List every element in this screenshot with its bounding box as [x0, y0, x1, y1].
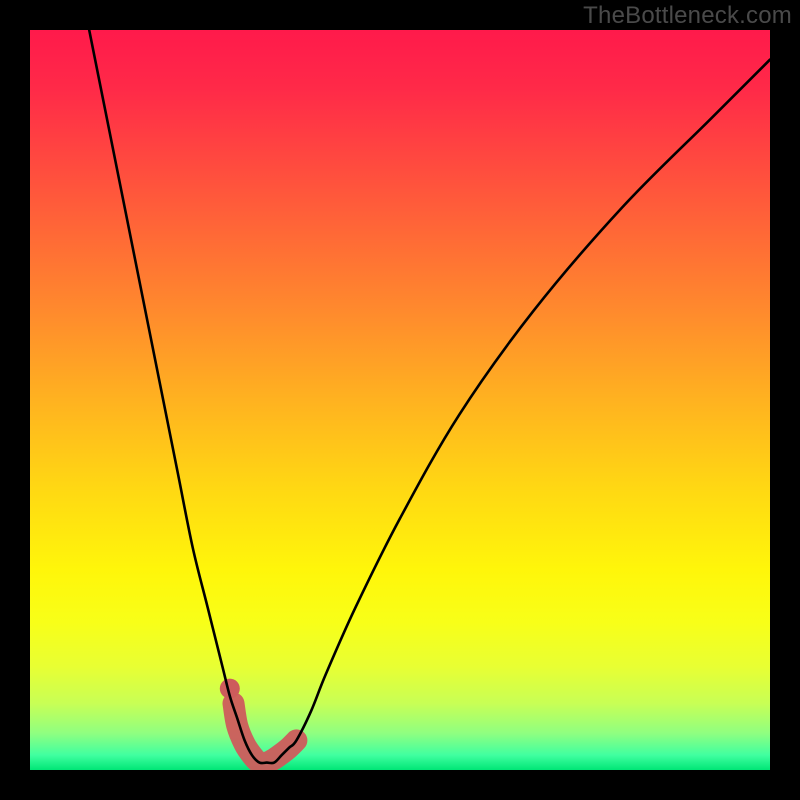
bottleneck-curve [89, 30, 770, 763]
curve-svg [30, 30, 770, 770]
plot-area [30, 30, 770, 770]
chart-frame: TheBottleneck.com [0, 0, 800, 800]
watermark-text: TheBottleneck.com [583, 2, 792, 30]
